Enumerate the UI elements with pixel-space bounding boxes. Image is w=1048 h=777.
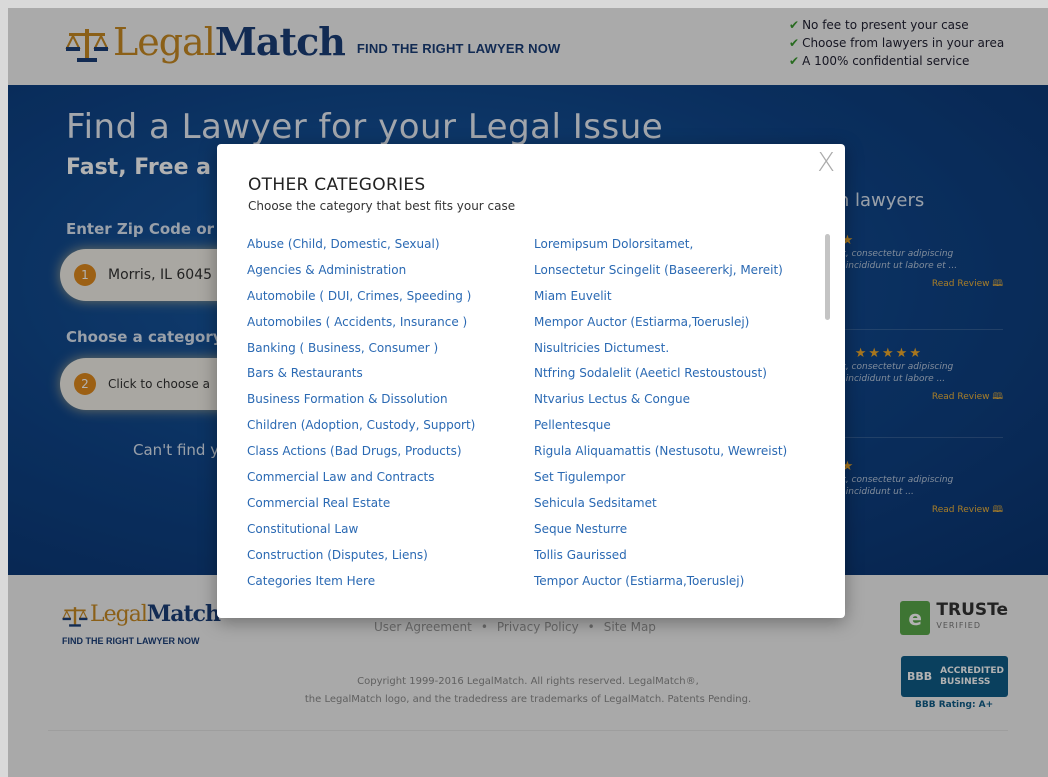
category-link[interactable]: Constitutional Law [247,522,475,548]
category-link[interactable]: Ntvarius Lectus & Congue [534,392,787,418]
category-link[interactable]: Automobile ( DUI, Crimes, Speeding ) [247,289,475,315]
category-link[interactable]: Tollis Gaurissed [534,548,787,574]
modal-scrollbar[interactable] [825,234,830,604]
category-link[interactable]: Automobiles ( Accidents, Insurance ) [247,315,475,341]
category-link[interactable]: Seque Nesturre [534,522,787,548]
page: LegalMatch FIND THE RIGHT LAWYER NOW ✔ No… [8,8,1048,777]
category-link[interactable]: Children (Adoption, Custody, Support) [247,418,475,444]
category-link[interactable]: Commercial Law and Contracts [247,470,475,496]
category-link[interactable]: Tempor Auctor (Estiarma,Toeruslej) [534,574,787,600]
category-link[interactable]: Class Actions (Bad Drugs, Products) [247,444,475,470]
category-link[interactable]: Banking ( Business, Consumer ) [247,341,475,367]
category-link[interactable]: Rigula Aliquamattis (Nestusotu, Wewreist… [534,444,787,470]
category-column-1: Abuse (Child, Domestic, Sexual) Agencies… [247,237,475,599]
category-link[interactable]: Set Tigulempor [534,470,787,496]
other-categories-modal: X OTHER CATEGORIES Choose the category t… [217,144,845,618]
close-icon[interactable]: X [817,150,835,176]
category-link[interactable]: Abuse (Child, Domestic, Sexual) [247,237,475,263]
modal-subtitle: Choose the category that best fits your … [248,199,516,213]
category-link[interactable]: Miam Euvelit [534,289,787,315]
modal-title: OTHER CATEGORIES [248,175,426,195]
category-link[interactable]: Categories Item Here [247,574,475,600]
category-column-2: Loremipsum Dolorsitamet, Lonsectetur Sci… [534,237,787,599]
category-link[interactable]: Sehicula Sedsitamet [534,496,787,522]
category-link[interactable]: Ntfring Sodalelit (Aeeticl Restoustoust) [534,366,787,392]
category-link[interactable]: Nisultricies Dictumest. [534,341,787,367]
category-link[interactable]: Mempor Auctor (Estiarma,Toeruslej) [534,315,787,341]
category-link[interactable]: Pellentesque [534,418,787,444]
category-link[interactable]: Construction (Disputes, Liens) [247,548,475,574]
category-link[interactable]: Commercial Real Estate [247,496,475,522]
category-link[interactable]: Agencies & Administration [247,263,475,289]
scrollbar-thumb[interactable] [825,234,830,320]
category-link[interactable]: Bars & Restaurants [247,366,475,392]
category-link[interactable]: Loremipsum Dolorsitamet, [534,237,787,263]
category-link[interactable]: Lonsectetur Scingelit (Baseererkj, Merei… [534,263,787,289]
category-link[interactable]: Business Formation & Dissolution [247,392,475,418]
